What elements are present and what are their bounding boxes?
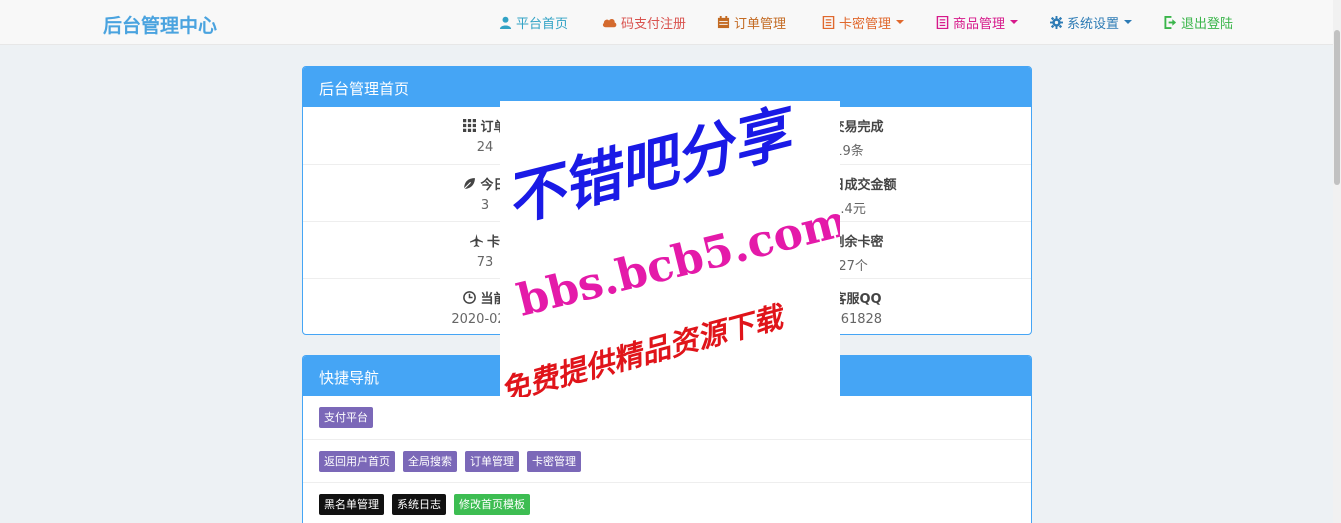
clock-icon — [463, 291, 477, 304]
logout-icon — [1164, 15, 1177, 29]
watermark-overlay: 不错吧分享 bbs.bcb5.com 免费提供精品资源下载 — [500, 101, 840, 397]
nav-card-management[interactable]: 卡密管理 — [822, 13, 905, 32]
stat-label-text: 客服QQ — [833, 292, 882, 307]
link-card-management[interactable]: 卡密管理 — [527, 450, 581, 472]
link-system-log[interactable]: 系统日志 — [392, 493, 446, 515]
nav-label: 订单管理 — [734, 16, 787, 32]
caret-down-icon — [1124, 20, 1133, 24]
nav-system-settings[interactable]: 系统设置 — [1050, 13, 1133, 32]
quicknav-row: 返回用户首页 全局搜索 订单管理 卡密管理 — [303, 439, 1031, 482]
page-scrollbar[interactable] — [1333, 0, 1341, 523]
leaf-icon — [464, 178, 476, 190]
nav-logout[interactable]: 退出登陆 — [1164, 13, 1234, 32]
nav-label: 码支付注册 — [621, 16, 687, 32]
list-icon — [936, 15, 949, 29]
link-edit-template[interactable]: 修改首页模板 — [454, 493, 530, 515]
calendar-icon — [717, 15, 730, 28]
cloud-icon — [602, 18, 617, 27]
link-order-management[interactable]: 订单管理 — [465, 450, 519, 472]
user-icon — [499, 16, 512, 29]
quicknav-row: 支付平台 — [303, 396, 1031, 439]
list-icon — [822, 15, 835, 29]
link-blacklist[interactable]: 黑名单管理 — [319, 493, 384, 515]
link-global-search[interactable]: 全局搜索 — [403, 450, 457, 472]
scrollbar-thumb[interactable] — [1334, 30, 1340, 185]
nav-label: 卡密管理 — [839, 16, 892, 32]
nav-label: 退出登陆 — [1181, 16, 1234, 32]
nav-label: 平台首页 — [516, 16, 569, 32]
gear-icon — [1050, 15, 1063, 29]
nav-platform-home[interactable]: 平台首页 — [499, 13, 569, 32]
nav-order-management[interactable]: 订单管理 — [717, 13, 787, 32]
plane-icon — [469, 234, 483, 247]
nav-label: 商品管理 — [953, 16, 1006, 32]
quicknav-row: 黑名单管理 系统日志 修改首页模板 — [303, 482, 1031, 523]
nav-product-management[interactable]: 商品管理 — [936, 13, 1019, 32]
caret-down-icon — [1010, 20, 1019, 24]
top-navbar: 后台管理中心 平台首页 码支付注册 订单管理 卡密管理 商品管理 系统设置 退出… — [0, 0, 1333, 45]
nav-codepay-register[interactable]: 码支付注册 — [602, 13, 687, 32]
quicknav-body: 支付平台 返回用户首页 全局搜索 订单管理 卡密管理 黑名单管理 系统日志 修改… — [303, 396, 1031, 523]
caret-down-icon — [896, 20, 905, 24]
brand-title[interactable]: 后台管理中心 — [103, 11, 217, 38]
nav-label: 系统设置 — [1067, 16, 1120, 32]
stat-label-text: 卡 — [486, 235, 500, 250]
grid-icon — [463, 119, 477, 132]
link-pay-platform[interactable]: 支付平台 — [319, 407, 373, 428]
link-user-home[interactable]: 返回用户首页 — [319, 450, 395, 472]
